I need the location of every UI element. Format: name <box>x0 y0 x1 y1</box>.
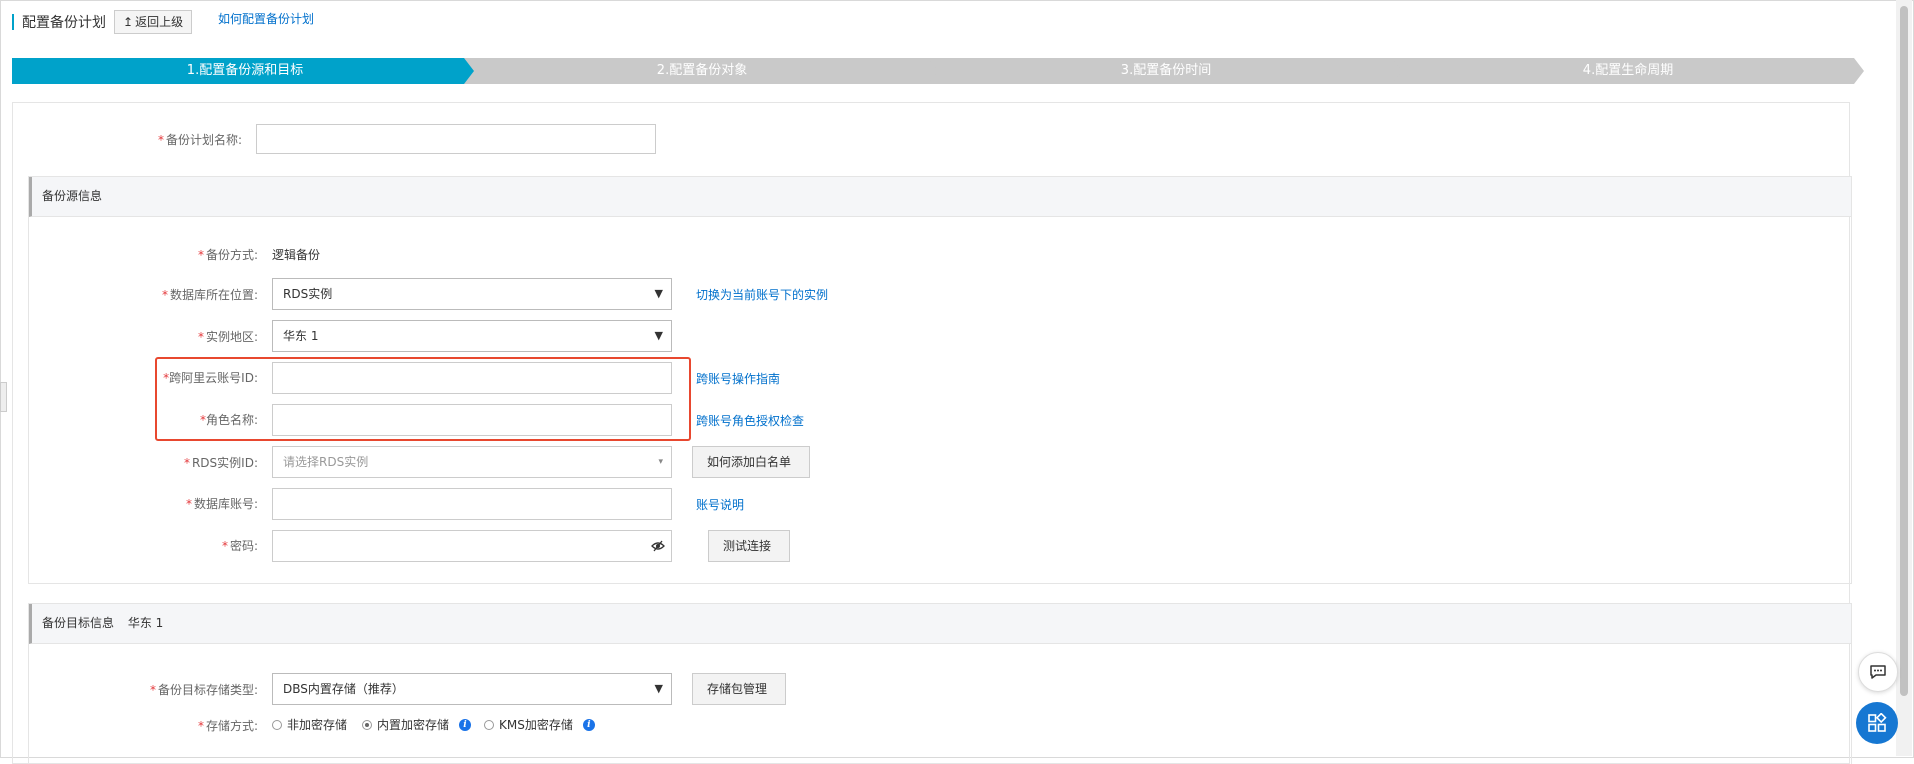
db-account-label: * 数据库账号: <box>185 497 258 511</box>
chat-button[interactable] <box>1858 652 1898 692</box>
db-location-label: * 数据库所在位置: <box>161 288 258 302</box>
side-drag-handle[interactable] <box>0 382 7 412</box>
radio-builtin-encrypted-label: 内置加密存储 <box>377 718 450 732</box>
plan-name-input[interactable] <box>256 124 656 154</box>
step-1-label: 1.配置备份源和目标 <box>186 63 304 78</box>
chevron-down-icon: ▼ <box>654 682 663 695</box>
title-accent-bar <box>12 14 14 30</box>
db-location-select[interactable]: RDS实例 ▼ <box>272 278 672 310</box>
storage-type-value: DBS内置存储（推荐） <box>283 682 404 696</box>
role-auth-check-link[interactable]: 跨账号角色授权检查 <box>696 412 804 429</box>
step-2-label: 2.配置备份对象 <box>656 63 748 78</box>
back-button[interactable]: ↥ 返回上级 <box>114 10 193 34</box>
rds-instance-label: * RDS实例ID: <box>183 456 258 470</box>
plan-name-label: * 备份计划名称: <box>157 133 242 147</box>
apps-button[interactable] <box>1856 702 1898 744</box>
radio-kms-encrypted-label: KMS加密存储 <box>499 718 573 732</box>
radio-dot-selected[interactable] <box>362 719 372 730</box>
radio-dot[interactable] <box>272 719 282 730</box>
eye-slash-icon[interactable] <box>651 540 665 552</box>
radio-kms-encrypted[interactable]: KMS加密存储 i <box>484 716 595 733</box>
scrollbar-thumb[interactable] <box>1900 6 1908 696</box>
switch-account-link[interactable]: 切换为当前账号下的实例 <box>696 286 828 303</box>
back-button-label: 返回上级 <box>135 15 184 29</box>
step-4[interactable]: 4.配置生命周期 <box>1392 58 1864 84</box>
cross-account-id-input[interactable] <box>272 362 672 394</box>
radio-builtin-encrypted[interactable]: 内置加密存储 i <box>362 716 472 733</box>
step-3-label: 3.配置备份时间 <box>1120 63 1212 78</box>
page-header: 配置备份计划 ↥ 返回上级 <box>12 8 193 36</box>
step-2[interactable]: 2.配置备份对象 <box>464 58 940 84</box>
help-link[interactable]: 如何配置备份计划 <box>218 10 314 27</box>
password-field[interactable] <box>272 530 672 562</box>
chevron-down-icon: ▼ <box>654 329 663 342</box>
info-icon[interactable]: i <box>459 718 472 731</box>
region-label: * 实例地区: <box>197 330 258 344</box>
wizard-steps: 1.配置备份源和目标 2.配置备份对象 3.配置备份时间 4.配置生命周期 <box>12 58 1864 84</box>
test-connection-button[interactable]: 测试连接 <box>708 530 790 562</box>
role-name-input[interactable] <box>272 404 672 436</box>
chat-icon <box>1870 665 1886 679</box>
whitelist-help-button[interactable]: 如何添加白名单 <box>692 446 810 478</box>
back-arrow-icon: ↥ <box>123 15 134 29</box>
cross-account-guide-link[interactable]: 跨账号操作指南 <box>696 370 780 387</box>
db-location-value: RDS实例 <box>283 287 333 301</box>
radio-unencrypted-label: 非加密存储 <box>287 718 348 732</box>
password-label: * 密码: <box>221 539 258 553</box>
cross-account-id-label: *跨阿里云账号ID: <box>163 371 258 385</box>
vertical-scrollbar[interactable] <box>1896 0 1912 756</box>
storage-package-button[interactable]: 存储包管理 <box>692 673 786 705</box>
backup-method-label: * 备份方式: <box>197 248 258 262</box>
apps-icon <box>1868 713 1887 732</box>
source-section-header: 备份源信息 <box>29 177 1851 217</box>
region-select[interactable]: 华东 1 ▼ <box>272 320 672 352</box>
step-3[interactable]: 3.配置备份时间 <box>928 58 1404 84</box>
radio-unencrypted[interactable]: 非加密存储 <box>272 716 347 733</box>
page-title: 配置备份计划 <box>22 15 106 31</box>
rds-instance-select[interactable]: 请选择RDS实例 ▾ <box>272 446 672 478</box>
storage-mode-label: * 存储方式: <box>197 719 258 733</box>
step-1[interactable]: 1.配置备份源和目标 <box>12 58 478 84</box>
rds-instance-placeholder: 请选择RDS实例 <box>283 455 369 469</box>
radio-dot[interactable] <box>484 719 494 730</box>
storage-type-label: * 备份目标存储类型: <box>149 683 258 697</box>
chevron-down-icon: ▼ <box>654 287 663 300</box>
region-value: 华东 1 <box>283 329 319 343</box>
db-account-input[interactable] <box>272 488 672 520</box>
backup-method-value: 逻辑备份 <box>272 248 321 262</box>
chevron-down-icon: ▾ <box>658 457 663 467</box>
storage-type-select[interactable]: DBS内置存储（推荐） ▼ <box>272 673 672 705</box>
target-section-title: 备份目标信息 <box>42 616 115 630</box>
step-4-label: 4.配置生命周期 <box>1582 63 1674 78</box>
account-help-link[interactable]: 账号说明 <box>696 496 744 513</box>
target-section-region: 华东 1 <box>127 616 164 630</box>
info-icon[interactable]: i <box>582 718 595 731</box>
target-section-header: 备份目标信息 华东 1 <box>29 604 1851 644</box>
role-name-label: *角色名称: <box>199 413 258 427</box>
